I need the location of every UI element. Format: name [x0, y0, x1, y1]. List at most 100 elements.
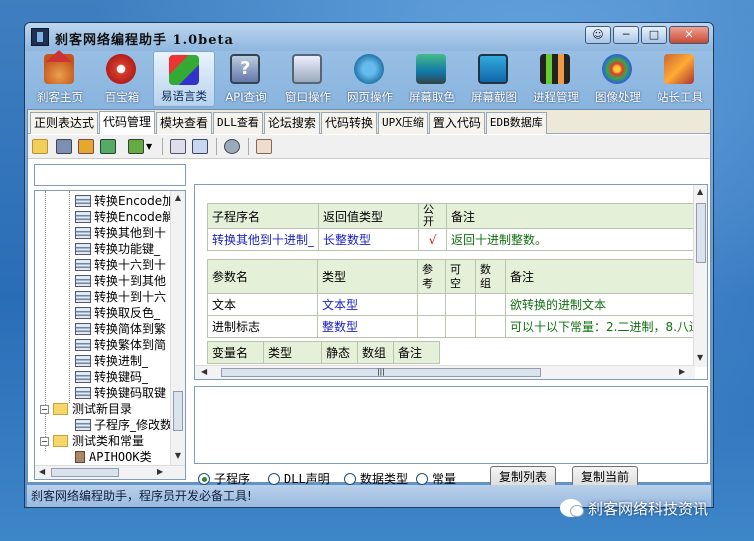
folder-tree-icon[interactable] [78, 139, 94, 154]
public-check[interactable]: √ [418, 228, 448, 251]
scroll-up-icon[interactable]: ▲ [173, 193, 183, 205]
param-array-cell[interactable] [475, 315, 506, 338]
toolbar-toolbox[interactable]: 百宝箱 [91, 51, 153, 107]
close-button[interactable]: ✕ [669, 26, 709, 44]
scroll-left-icon[interactable]: ◀ [201, 367, 207, 376]
grid-vertical-scrollbar[interactable]: ▲ ▼ [693, 185, 707, 367]
folder-icon[interactable] [32, 139, 48, 154]
tree-item[interactable]: 转换简体到繁 [75, 321, 166, 337]
chevron-down-icon[interactable]: ▼ [146, 139, 154, 154]
scroll-up-icon[interactable]: ▲ [697, 187, 703, 196]
scroll-down-icon[interactable]: ▼ [173, 451, 183, 463]
tree-folder[interactable]: − 测试新目录 [40, 401, 132, 417]
code-tree[interactable]: 转换Encode加 转换Encode解 转换其他到十 转换功能键_ 转换十六到十… [34, 190, 186, 480]
param-note-cell[interactable]: 欲转换的进制文本 [505, 293, 706, 316]
tree-vertical-scrollbar[interactable]: ▲ ▼ [170, 191, 185, 465]
tree-item[interactable]: 转换进制_ [75, 353, 148, 369]
toolbar-web[interactable]: 网页操作 [339, 51, 401, 107]
toolbar-image[interactable]: 图像处理 [587, 51, 649, 107]
scroll-thumb[interactable]: ||| [221, 368, 541, 377]
copy-icon[interactable] [170, 139, 186, 154]
tab-upx[interactable]: UPX压缩 [377, 112, 428, 134]
param-array-cell[interactable] [475, 293, 506, 316]
scroll-thumb[interactable] [173, 391, 183, 431]
maximize-button[interactable]: □ [641, 26, 667, 44]
book-icon [75, 259, 91, 271]
grid-horizontal-scrollbar[interactable]: ◀ ||| ▶ [195, 365, 695, 379]
scroll-thumb[interactable] [696, 203, 706, 263]
tab-dll-view[interactable]: DLL查看 [213, 112, 263, 134]
book-icon [75, 387, 91, 399]
param-ref-cell[interactable] [417, 293, 446, 316]
tab-code-convert[interactable]: 代码转换 [320, 112, 377, 134]
tab-regex[interactable]: 正则表达式 [30, 112, 99, 134]
tree-item[interactable]: 转换其他到十 [75, 225, 166, 241]
radio-unchecked-icon [268, 473, 280, 485]
scroll-thumb[interactable] [51, 468, 119, 477]
col-header: 参考 [417, 259, 446, 294]
export-icon[interactable] [128, 139, 144, 154]
param-note-cell[interactable]: 可以十以下常量：2.二进制，8.八进 [505, 315, 706, 338]
param-type-cell[interactable]: 整数型 [317, 315, 418, 338]
tree-item[interactable]: 子程序_修改数 [75, 417, 172, 433]
tree-folder[interactable]: − 测试类和常量 [40, 433, 144, 449]
toolbar-elang[interactable]: 易语言类 [153, 51, 215, 107]
tree-filter-input[interactable] [34, 164, 186, 186]
tree-item[interactable]: APIHOOK类 [75, 449, 152, 465]
watermark: 刹客网络科技资讯 [560, 496, 708, 520]
tree-item[interactable]: 转换功能键_ [75, 241, 160, 257]
tree-item[interactable]: 转换取反色_ [75, 305, 160, 321]
param-ref-cell[interactable] [417, 315, 446, 338]
collapse-icon[interactable]: − [40, 405, 49, 414]
scroll-right-icon[interactable]: ▶ [157, 467, 163, 476]
toolbar-home[interactable]: 刹客主页 [29, 50, 91, 107]
edit-icon[interactable] [256, 139, 272, 154]
tree-item[interactable]: 转换Encode解 [75, 209, 172, 225]
toolbar-webmaster[interactable]: 站长工具 [649, 51, 711, 107]
tree-item[interactable]: 转换十到十六 [75, 289, 166, 305]
db-icon[interactable] [100, 139, 116, 154]
paste-icon[interactable] [192, 139, 208, 154]
param-type-cell[interactable]: 文本型 [317, 293, 418, 316]
tab-forum-search[interactable]: 论坛搜索 [263, 112, 320, 134]
scroll-left-icon[interactable]: ◀ [39, 467, 45, 476]
param-name-cell[interactable]: 文本 [207, 293, 318, 316]
scroll-right-icon[interactable]: ▶ [679, 367, 685, 376]
code-preview-area[interactable] [194, 386, 708, 464]
toolbar-screenshot[interactable]: 屏幕截图 [463, 51, 525, 107]
tab-edb[interactable]: EDB数据库 [485, 112, 547, 134]
tree-item[interactable]: 转换十到其他 [75, 273, 166, 289]
tree-horizontal-scrollbar[interactable]: ◀ ▶ [35, 465, 185, 479]
param-name-cell[interactable]: 进制标志 [207, 315, 318, 338]
code-grid[interactable]: 子程序名 返回值类型 公开 备注 转换其他到十进制_ 长整数型 √ 返回十进制整… [194, 184, 708, 380]
sub-name-cell[interactable]: 转换其他到十进制_ [206, 228, 320, 251]
tree-item[interactable]: 转换十六到十 [75, 257, 166, 273]
window-title: 刹客网络编程助手 1.0beta [55, 33, 234, 48]
toolbar-api[interactable]: API查询 [215, 51, 277, 107]
search-icon[interactable] [224, 139, 240, 154]
scroll-down-icon[interactable]: ▼ [697, 353, 703, 362]
tab-module-view[interactable]: 模块查看 [156, 112, 213, 134]
toolbar-process[interactable]: 进程管理 [525, 51, 587, 107]
tab-code-manage[interactable]: 代码管理 [99, 111, 156, 134]
book-stack-icon[interactable] [56, 139, 72, 154]
param-nullable-cell[interactable] [445, 315, 476, 338]
note-cell[interactable]: 返回十进制整数。 [446, 228, 698, 251]
param-nullable-cell[interactable] [445, 293, 476, 316]
tree-item[interactable]: 转换键码_ [75, 369, 148, 385]
tree-item[interactable]: 转换Encode加 [75, 193, 172, 209]
return-type-cell[interactable]: 长整数型 [318, 228, 420, 251]
toolbar-color[interactable]: 屏幕取色 [401, 51, 463, 107]
help-button[interactable]: ☺ [585, 26, 611, 44]
tree-item[interactable]: 转换繁体到简 [75, 337, 166, 353]
tab-strip: 正则表达式 代码管理 模块查看 DLL查看 论坛搜索 代码转换 UPX压缩 置入… [28, 110, 710, 134]
class-icon [75, 451, 85, 463]
minimize-button[interactable]: ─ [613, 26, 639, 44]
collapse-icon[interactable]: − [40, 437, 49, 446]
col-header: 静态 [321, 341, 358, 364]
book-icon [75, 291, 91, 303]
tab-insert-code[interactable]: 置入代码 [428, 112, 485, 134]
toolbar-window[interactable]: 窗口操作 [277, 51, 339, 107]
tree-item[interactable]: 转换键码取键 [75, 385, 166, 401]
col-header: 备注 [505, 259, 706, 294]
